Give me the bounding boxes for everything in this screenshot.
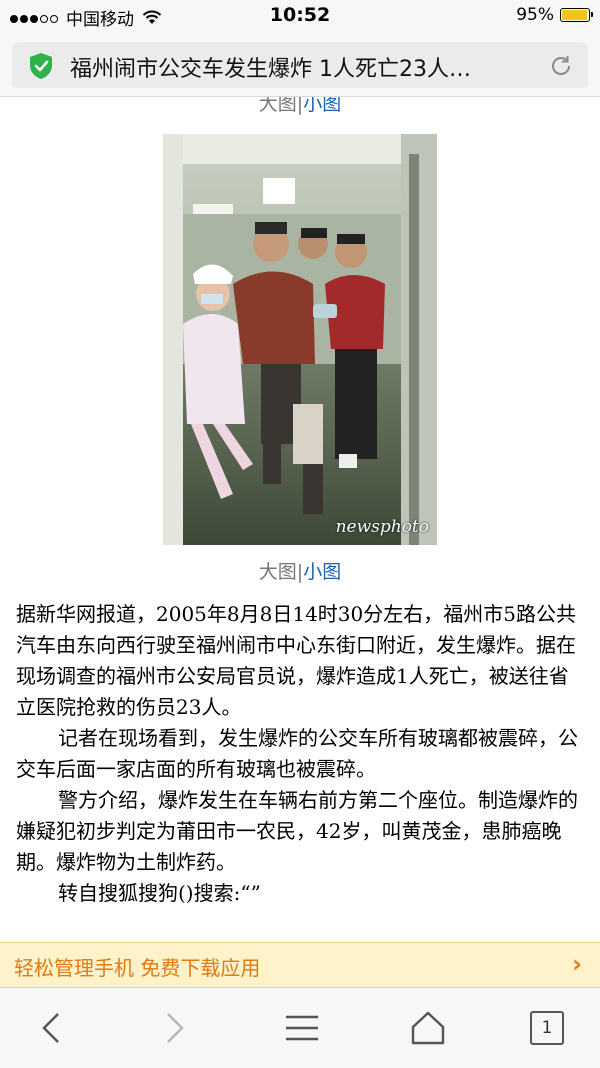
security-shield-icon (30, 53, 52, 79)
forward-icon[interactable] (154, 1008, 194, 1048)
chevron-right-icon[interactable]: › (572, 950, 582, 978)
article-paragraph: 据新华网报道，2005年8月8日14时30分左右，福州市5路公共汽车由东向西行驶… (16, 602, 576, 719)
address-bar[interactable]: 福州闹市公交车发生爆炸 1人死亡23人… (12, 42, 588, 88)
page-title: 福州闹市公交车发生爆炸 1人死亡23人… (70, 57, 471, 82)
promo-text[interactable]: 轻松管理手机 免费下载应用 (14, 952, 260, 981)
reload-icon[interactable] (548, 53, 574, 79)
small-image-link[interactable]: 小图 (303, 561, 341, 583)
battery-icon (560, 8, 593, 22)
home-icon[interactable] (408, 1008, 448, 1048)
article-paragraph: 记者在现场看到，发生爆炸的公交车所有玻璃都被震碎，公交车后面一家店面的所有玻璃也… (16, 726, 578, 781)
large-image-link[interactable]: 大图 (259, 561, 297, 583)
promo-banner[interactable]: 轻松管理手机 免费下载应用 › (0, 942, 600, 987)
news-photo[interactable]: newsphoto (163, 134, 437, 545)
image-size-links-top: 大图|小图 (0, 97, 600, 116)
status-bar: 中国移动 10:52 95% (0, 0, 600, 34)
image-size-links-bottom: 大图|小图 (0, 557, 600, 584)
article-body: 据新华网报道，2005年8月8日14时30分左右，福州市5路公共汽车由东向西行驶… (16, 599, 586, 909)
page-content: 大图|小图 newsphoto 大图|小图 据新华网报道，2005年8月8日14… (0, 97, 600, 942)
photo-watermark: newsphoto (335, 517, 429, 537)
news-photo-illustration (163, 134, 437, 545)
status-right: 95% (516, 5, 593, 25)
browser-address-area: 福州闹市公交车发生爆炸 1人死亡23人… (0, 34, 600, 97)
battery-percent: 95% (516, 5, 554, 25)
back-icon[interactable] (32, 1008, 72, 1048)
article-paragraph: 转自搜狐搜狗()搜索:“” (58, 881, 261, 905)
browser-toolbar: 1 (0, 987, 600, 1068)
menu-icon[interactable] (282, 1008, 322, 1048)
article-paragraph: 警方介绍，爆炸发生在车辆右前方第二个座位。制造爆炸的嫌疑犯初步判定为莆田市一农民… (16, 788, 578, 874)
clock: 10:52 (269, 4, 331, 26)
large-image-link[interactable]: 大图 (259, 97, 297, 115)
tabs-button[interactable]: 1 (530, 1011, 564, 1045)
small-image-link[interactable]: 小图 (303, 97, 341, 115)
